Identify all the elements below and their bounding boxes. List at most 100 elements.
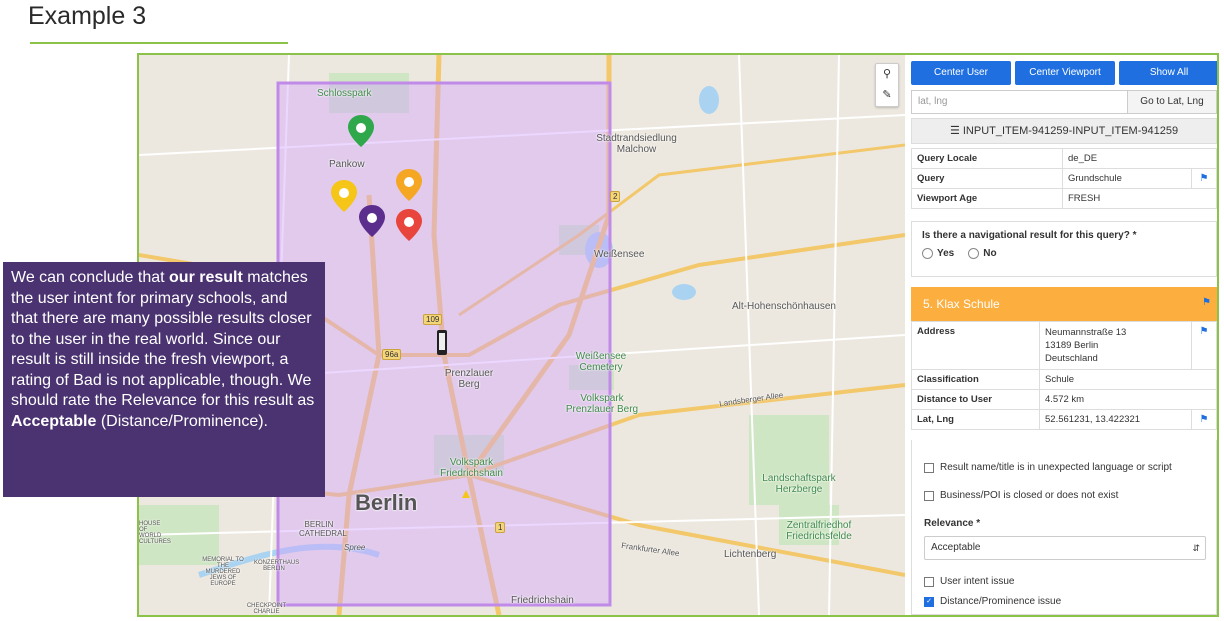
no-label: No [983, 248, 997, 259]
callout-bold: our result [169, 269, 243, 286]
latlng-row: lat, lng Go to Lat, Lng [911, 90, 1217, 114]
table-row: Lat, Lng 52.561231, 13.422321 ⚑ [911, 409, 1217, 430]
closed-label: Business/POI is closed or does not exist [940, 490, 1119, 501]
user-intent-check[interactable]: User intent issue [924, 576, 1014, 587]
callout-bold: Acceptable [11, 412, 97, 430]
address-line: Neumannstraße 13 [1045, 327, 1127, 338]
map-label: Friedrichshain [511, 595, 574, 606]
select-arrows-icon: ⇵ [1192, 543, 1200, 553]
map-label: Volkspark Friedrichshain [440, 457, 503, 479]
table-row: Classification Schule [911, 369, 1217, 390]
map-label: Schlosspark [317, 88, 372, 99]
yes-radio[interactable] [922, 248, 933, 259]
query-value: Grundschule [1062, 168, 1192, 189]
relevance-selected-value: Acceptable [931, 542, 981, 553]
table-row: Distance to User 4.572 km [911, 389, 1217, 410]
viewport-age-label: Viewport Age [911, 188, 1063, 209]
center-user-button[interactable]: Center User [911, 61, 1011, 85]
map-label: HOUSE OF WORLD CULTURES [139, 521, 171, 545]
latlng-input[interactable]: lat, lng [911, 90, 1127, 114]
item-id-text: INPUT_ITEM-941259-INPUT_ITEM-941259 [962, 125, 1179, 137]
ruler-icon[interactable]: ✎ [876, 85, 898, 106]
map-label: Landschaftspark Herzberge [762, 473, 836, 495]
map-label-city: Berlin [355, 490, 418, 515]
query-label: Query [911, 168, 1063, 189]
address-line: 13189 Berlin [1045, 340, 1099, 351]
translate-icon[interactable]: ⚑ [1191, 168, 1217, 189]
route-shield: 2 [610, 191, 621, 202]
navigational-question-text: Is there a navigational result for this … [922, 230, 1137, 241]
yes-label: Yes [937, 248, 955, 259]
go-to-latlng-button[interactable]: Go to Lat, Lng [1127, 90, 1217, 114]
result-header[interactable]: 5. Klax Schule ⚑ [911, 287, 1217, 321]
rating-checks: Result name/title is in unexpected langu… [911, 440, 1217, 615]
address-line: Deutschland [1045, 353, 1098, 364]
map-label: Alt-Hohenschönhausen [732, 301, 836, 312]
address-label: Address [911, 321, 1040, 370]
route-shield: 109 [423, 314, 443, 325]
translate-icon[interactable]: ⚑ [1191, 321, 1217, 370]
checkbox[interactable] [924, 462, 934, 473]
map-label: Lichtenberg [724, 549, 777, 560]
distance-prominence-label: Distance/Prominence issue [940, 596, 1062, 607]
latlng-label: Lat, Lng [911, 409, 1040, 430]
table-row: Query Locale de_DE [911, 148, 1217, 169]
unexpected-language-check[interactable]: Result name/title is in unexpected langu… [924, 462, 1172, 473]
show-all-button[interactable]: Show All [1119, 61, 1217, 85]
explanation-callout: We can conclude that our result matches … [3, 262, 325, 497]
query-locale-value: de_DE [1062, 148, 1217, 169]
relevance-label: Relevance * [924, 518, 981, 529]
route-shield: 1 [495, 522, 506, 533]
callout-text: We can conclude that [11, 269, 170, 286]
title-underline [30, 42, 288, 44]
navigational-radio-group: Yes No [922, 248, 997, 259]
map-label: Stadtrandsiedlung Malchow [596, 133, 677, 155]
closed-check[interactable]: Business/POI is closed or does not exist [924, 490, 1118, 501]
distance-prominence-check[interactable]: ✓ Distance/Prominence issue [924, 596, 1061, 607]
unexpected-language-label: Result name/title is in unexpected langu… [940, 462, 1172, 473]
slide-title: Example 3 [28, 2, 147, 30]
latlng-value: 52.561231, 13.422321 [1039, 409, 1192, 430]
map-label: KONZERTHAUS BERLIN [254, 560, 300, 572]
map-label: MEMORIAL TO THE MURDERED JEWS OF EUROPE [202, 557, 244, 587]
translate-icon[interactable]: ⚑ [1191, 409, 1217, 430]
checkbox[interactable] [924, 490, 934, 501]
query-locale-label: Query Locale [911, 148, 1063, 169]
map-label: Volkspark Prenzlauer Berg [565, 393, 639, 415]
item-id-bar[interactable]: ☰ INPUT_ITEM-941259-INPUT_ITEM-941259 [911, 118, 1217, 144]
address-value: Neumannstraße 13 13189 Berlin Deutschlan… [1039, 321, 1192, 370]
map-pin-icon[interactable]: ⚲ [876, 64, 898, 85]
callout-text: (Distance/Prominence). [96, 412, 268, 430]
map-label: Zentralfriedhof Friedrichsfelde [786, 520, 852, 542]
viewport-age-value: FRESH [1062, 188, 1217, 209]
center-viewport-button[interactable]: Center Viewport [1015, 61, 1115, 85]
translate-icon[interactable]: ⚑ [1202, 297, 1211, 308]
map-label: CHECKPOINT CHARLIE [246, 603, 287, 615]
user-intent-label: User intent issue [940, 576, 1015, 587]
map-tool-controls: ⚲ ✎ [875, 63, 899, 107]
map-label: Prenzlauer Berg [444, 368, 494, 390]
relevance-select[interactable]: Acceptable ⇵ [924, 536, 1206, 560]
list-icon: ☰ [949, 125, 960, 137]
table-row: Address Neumannstraße 13 13189 Berlin De… [911, 321, 1217, 370]
map-label: Weißensee [594, 249, 645, 260]
map-label: Pankow [329, 159, 365, 170]
lake [699, 86, 719, 114]
checkbox-checked[interactable]: ✓ [924, 596, 934, 607]
map-label-river: Spree [344, 543, 366, 552]
result-info-table: Address Neumannstraße 13 13189 Berlin De… [911, 321, 1217, 430]
query-info-table: Query Locale de_DE Query Grundschule ⚑ V… [911, 148, 1217, 209]
table-row: Query Grundschule ⚑ [911, 168, 1217, 189]
navigational-question: Is there a navigational result for this … [911, 221, 1217, 277]
table-row: Viewport Age FRESH [911, 188, 1217, 209]
map-label: BERLIN CATHEDRAL [299, 520, 347, 538]
rating-panel: Center User Center Viewport Show All lat… [909, 55, 1217, 615]
map-action-buttons: Center User Center Viewport Show All [911, 61, 1217, 85]
map-label: Weißensee Cemetery [575, 351, 627, 373]
lake [672, 284, 696, 300]
classification-value: Schule [1039, 369, 1217, 390]
no-radio[interactable] [968, 248, 980, 259]
callout-text: matches the user intent for primary scho… [11, 269, 315, 409]
checkbox[interactable] [924, 576, 934, 587]
distance-label: Distance to User [911, 389, 1040, 410]
